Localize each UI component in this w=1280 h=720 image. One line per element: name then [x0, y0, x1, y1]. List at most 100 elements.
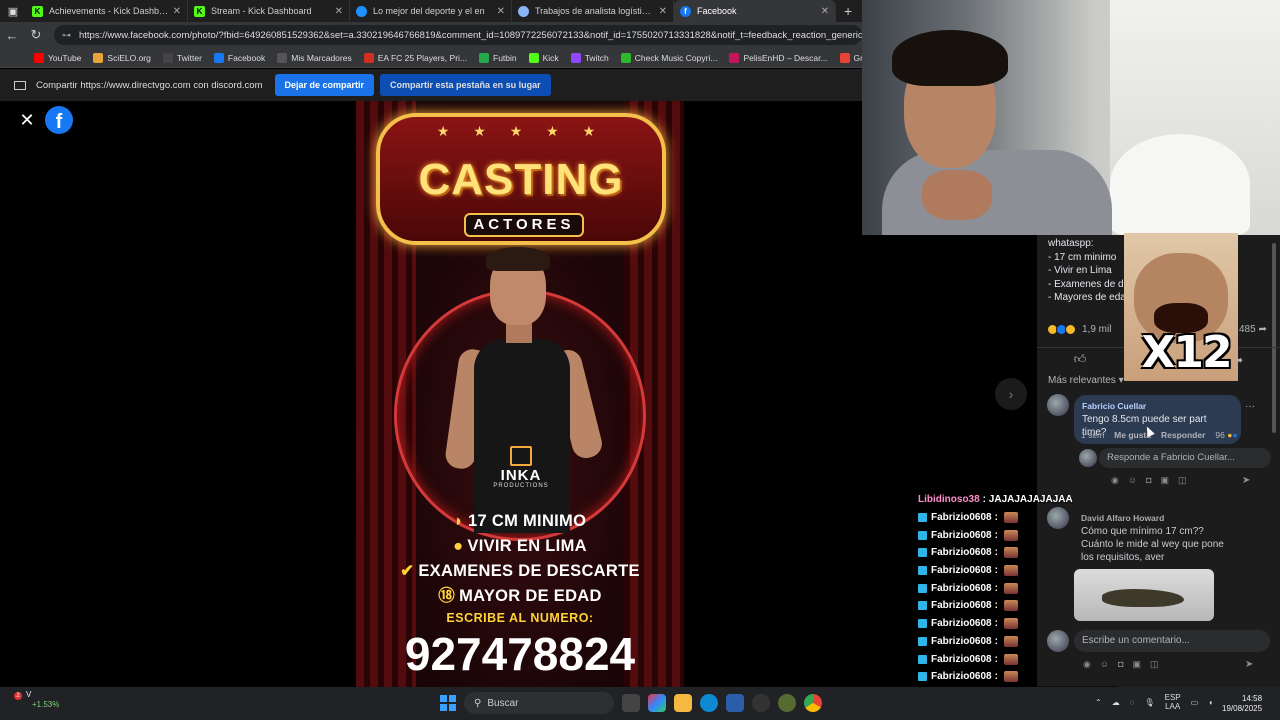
sad-reaction-icon: [1065, 324, 1076, 335]
reload-icon[interactable]: ↻: [24, 27, 48, 43]
scrollbar[interactable]: [1272, 243, 1276, 433]
comment-time[interactable]: 1 sem: [1081, 430, 1104, 440]
chat-text: :: [994, 512, 998, 524]
bookmark-item[interactable]: Futbin: [479, 52, 517, 63]
store-icon[interactable]: [726, 694, 744, 712]
close-tab-icon[interactable]: ✕: [821, 6, 829, 17]
reaction-summary[interactable]: 1,9 mil: [1047, 324, 1111, 335]
windows-start-icon[interactable]: [440, 695, 456, 711]
chat-username[interactable]: Fabrizio0608: [931, 671, 992, 682]
close-icon[interactable]: ✕: [18, 111, 36, 129]
send-icon[interactable]: ➤: [1242, 475, 1250, 486]
chat-emote-icon: [1003, 618, 1018, 630]
bookmark-item[interactable]: Kick: [528, 52, 559, 63]
camera-icon[interactable]: ◘: [1118, 659, 1123, 670]
chat-badge-icon: [918, 513, 927, 523]
chat-username[interactable]: Fabrizio0608: [931, 618, 992, 629]
back-arrow-icon[interactable]: ←: [0, 28, 24, 43]
chat-username[interactable]: Fabrizio0608: [931, 654, 992, 665]
comment-reactions[interactable]: 96 ●●: [1215, 430, 1237, 440]
close-tab-icon[interactable]: ✕: [659, 6, 667, 17]
network-icon[interactable]: ▭: [1191, 698, 1199, 707]
copilot-icon[interactable]: [648, 694, 666, 712]
chat-username[interactable]: Fabrizio0608: [931, 530, 992, 541]
next-photo-button[interactable]: ›: [995, 378, 1027, 410]
like-thumb-icon[interactable]: 👍︎: [1074, 352, 1087, 367]
bookmark-item[interactable]: Twitch: [570, 52, 609, 63]
bookmark-item[interactable]: EA FC 25 Players, Pri...: [363, 52, 467, 63]
sort-comments-dropdown[interactable]: Más relevantes ▾: [1048, 375, 1124, 386]
share-this-tab-button[interactable]: Compartir esta pestaña en su lugar: [380, 74, 551, 96]
microphone-icon[interactable]: 🎙︎: [1144, 698, 1154, 707]
widgets-stock[interactable]: 2V +1.53%: [14, 690, 59, 710]
bookmark-label: Twitch: [584, 52, 609, 63]
chat-text: :: [994, 547, 998, 559]
sticker-icon[interactable]: ◫: [1178, 475, 1187, 486]
facebook-logo-icon[interactable]: f: [45, 106, 73, 134]
chat-username[interactable]: Fabrizio0608: [931, 583, 992, 594]
bookmark-favicon-icon: [620, 52, 631, 63]
emoji-icon[interactable]: ☺: [1128, 475, 1137, 486]
vpn-icon[interactable]: ◌: [1130, 698, 1135, 707]
tab-actions-icon[interactable]: ▣: [0, 0, 26, 22]
tab-directv[interactable]: Lo mejor del deporte y el en ✕: [350, 0, 512, 22]
chevron-up-icon[interactable]: ⌃: [1095, 698, 1102, 707]
tab-achievements[interactable]: K Achievements - Kick Dashboard ✕: [26, 0, 188, 22]
bookmark-item[interactable]: Mis Marcadores: [277, 52, 352, 63]
tab-stream[interactable]: K Stream - Kick Dashboard ✕: [188, 0, 350, 22]
more-options-icon[interactable]: ···: [1245, 401, 1255, 412]
tab-trabajos[interactable]: Trabajos de analista logístico en ✕: [512, 0, 674, 22]
tab-facebook[interactable]: f Facebook ✕: [674, 0, 836, 22]
chat-username[interactable]: Fabrizio0608: [931, 512, 992, 523]
sticker-icon[interactable]: ◫: [1150, 659, 1159, 670]
new-tab-plus-icon[interactable]: +: [844, 3, 852, 19]
avatar[interactable]: [1047, 394, 1069, 416]
chat-username[interactable]: Fabrizio0608: [931, 600, 992, 611]
obs-icon[interactable]: [752, 694, 770, 712]
language-indicator[interactable]: ESP LAA: [1165, 693, 1181, 711]
volume-icon[interactable]: ◖: [1208, 698, 1213, 707]
chat-username[interactable]: Fabrizio0608: [931, 636, 992, 647]
bookmark-label: EA FC 25 Players, Pri...: [377, 52, 467, 63]
avatar-sticker-icon[interactable]: ◉: [1111, 475, 1119, 486]
chat-username[interactable]: Libidinoso38: [918, 494, 980, 505]
stop-sharing-button[interactable]: Dejar de compartir: [274, 74, 375, 96]
gif-icon[interactable]: ▣: [1133, 659, 1142, 670]
camera-icon[interactable]: ◘: [1146, 475, 1151, 486]
chat-username[interactable]: Fabrizio0608: [931, 565, 992, 576]
chrome-icon[interactable]: [804, 694, 822, 712]
bookmark-item[interactable]: Facebook: [213, 52, 265, 63]
site-info-icon[interactable]: ⊶: [62, 30, 71, 41]
bookmark-label: YouTube: [48, 52, 82, 63]
caret-down-icon: ▾: [1118, 375, 1124, 386]
requirement: ● VIVIR EN LIMA: [356, 534, 684, 559]
bookmark-item[interactable]: Check Music Copyri...: [620, 52, 717, 63]
clock[interactable]: 14:58 19/08/2025: [1222, 694, 1262, 714]
search-placeholder: Buscar: [487, 697, 519, 709]
url-field[interactable]: ⊶ https://www.facebook.com/photo/?fbid=6…: [54, 25, 862, 45]
bookmark-item[interactable]: Twitter: [162, 52, 202, 63]
edge-icon[interactable]: [700, 694, 718, 712]
comment-author[interactable]: Fabricio Cuellar: [1082, 400, 1233, 413]
bookmark-favicon-icon: [34, 52, 44, 63]
share-count[interactable]: 485 ➦: [1239, 324, 1267, 335]
gif-icon[interactable]: ▣: [1161, 475, 1170, 486]
bookmark-item[interactable]: YouTube: [34, 52, 82, 63]
file-explorer-icon[interactable]: [674, 694, 692, 712]
comment-reply-link[interactable]: Responder: [1161, 430, 1205, 440]
chat-username[interactable]: Fabrizio0608: [931, 547, 992, 558]
caption-line: - Mayores de eda: [1048, 292, 1126, 303]
bookmark-item[interactable]: PelisEnHD – Descar...: [729, 52, 828, 63]
onedrive-icon[interactable]: ☁: [1112, 698, 1120, 707]
bookmark-item[interactable]: SciELO.org: [93, 52, 151, 63]
close-tab-icon[interactable]: ✕: [497, 6, 505, 17]
send-icon[interactable]: ➤: [1245, 659, 1253, 670]
close-tab-icon[interactable]: ✕: [173, 6, 181, 17]
close-tab-icon[interactable]: ✕: [335, 6, 343, 17]
taskbar-search[interactable]: ⚲ Buscar: [464, 692, 614, 714]
app-icon[interactable]: [778, 694, 796, 712]
cta-text: ESCRIBE AL NUMERO:: [446, 611, 594, 625]
chat-emote-icon: [1003, 653, 1018, 665]
task-view-icon[interactable]: [622, 694, 640, 712]
reply-input[interactable]: Responde a Fabricio Cuellar...: [1099, 448, 1271, 468]
